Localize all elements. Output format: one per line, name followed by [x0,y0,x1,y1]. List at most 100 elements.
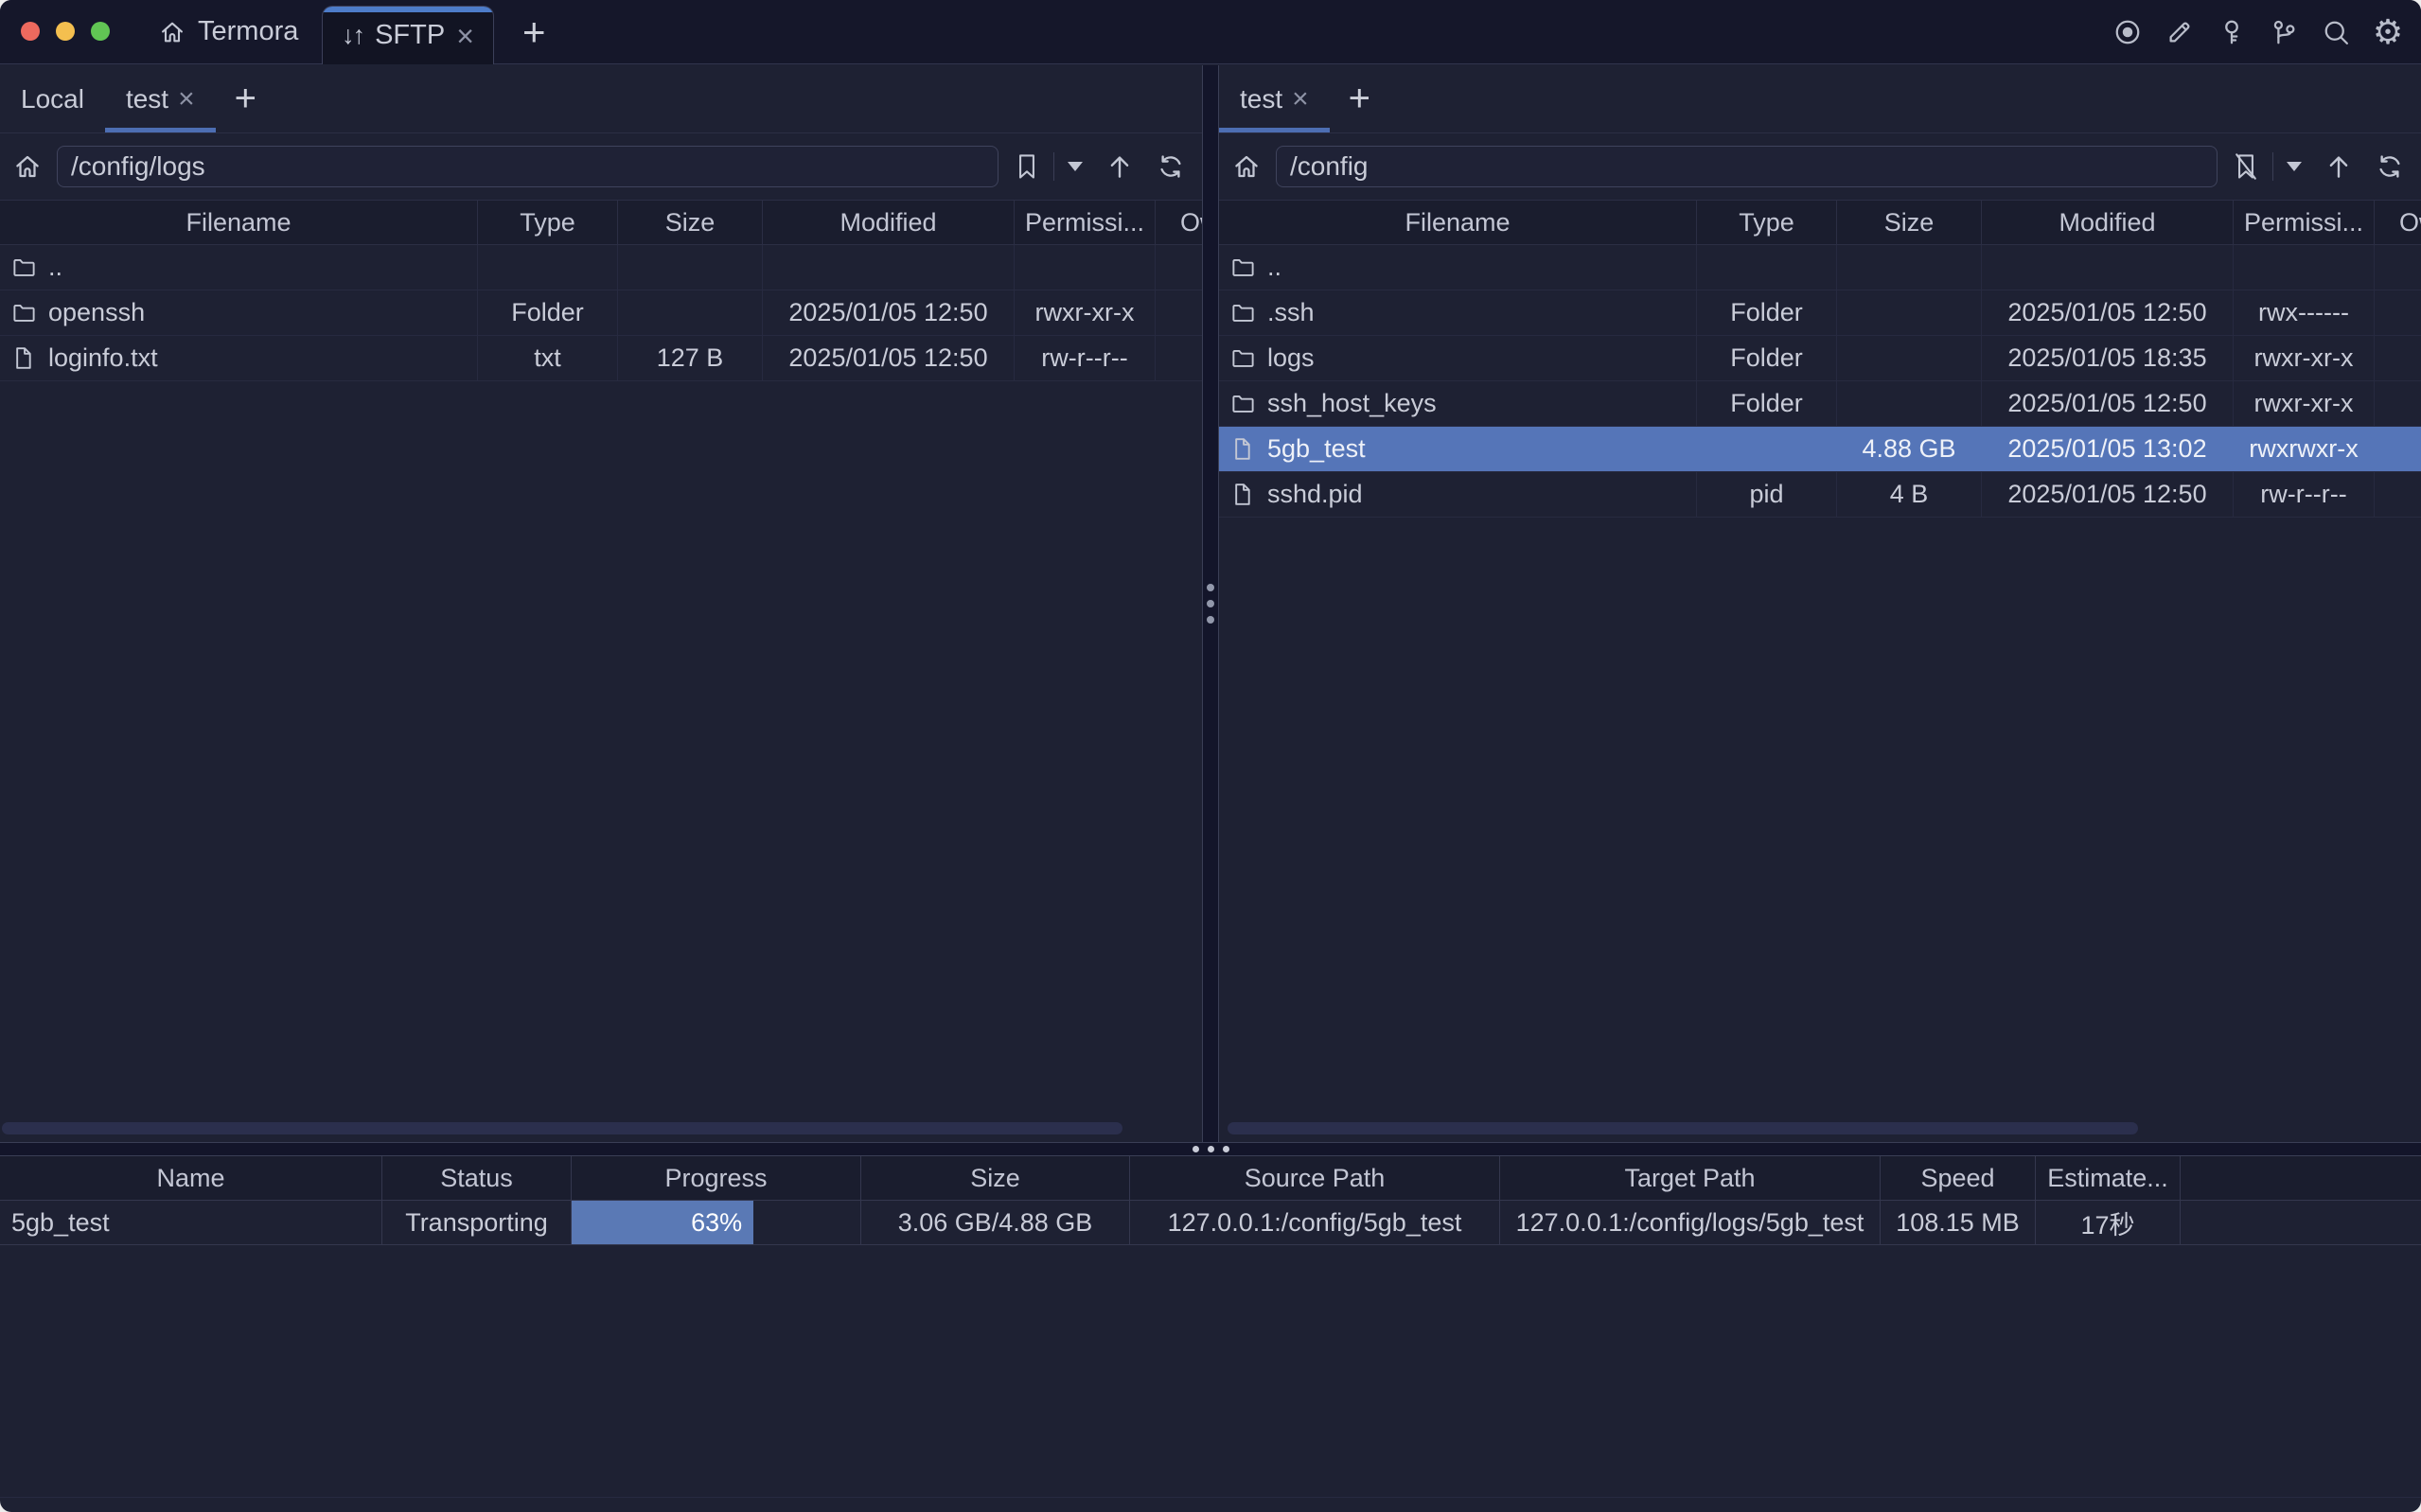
filename-cell: .ssh [1219,290,1697,335]
column-header-filename[interactable]: Filename [1219,201,1697,244]
column-header-modified[interactable]: Modified [1982,201,2234,244]
file-cell [1156,245,1202,290]
up-directory-icon[interactable] [1105,152,1134,181]
file-cell [618,290,763,335]
close-tab-icon[interactable]: × [178,85,195,114]
column-header-ow[interactable]: Ow... [1156,201,1202,244]
file-table-header: FilenameTypeSizeModifiedPermissi...Ow... [0,200,1202,245]
remote-path-input[interactable] [1276,146,2218,187]
file-cell [2375,472,2421,517]
panel-splitter[interactable] [1202,65,1219,1142]
file-cell: 2025/01/05 12:50 [1982,472,2234,517]
transfer-splitter[interactable] [0,1142,2421,1156]
transfer-target-path: 127.0.0.1:/config/logs/5gb_test [1500,1201,1881,1244]
transfer-column-header-speed[interactable]: Speed [1881,1156,2036,1200]
column-header-size[interactable]: Size [1837,201,1982,244]
edit-icon[interactable] [2165,18,2194,46]
tab-label: test [126,84,168,114]
new-session-tab-button[interactable]: + [1330,65,1389,132]
file-cell [763,245,1015,290]
new-tab-button[interactable]: + [509,0,559,63]
remote-file-table: FilenameTypeSizeModifiedPermissi...Ow...… [1219,200,2421,518]
file-row[interactable]: .sshFolder 2025/01/05 12:50rwx------ [1219,290,2421,336]
file-cell: Folder [1697,290,1837,335]
close-sftp-tab-icon[interactable]: × [456,21,474,51]
transfer-column-header-blank[interactable] [2181,1156,2421,1200]
transfer-filler [2181,1201,2421,1244]
bookmark-icon[interactable] [1014,152,1040,181]
transfer-column-header-estimate[interactable]: Estimate... [2036,1156,2181,1200]
file-cell: rwxr-xr-x [2234,336,2375,380]
folder-icon [1230,300,1256,325]
refresh-icon[interactable] [1157,152,1185,181]
column-header-ow[interactable]: Ow... [2375,201,2421,244]
transfer-speed: 108.15 MB [1881,1201,2036,1244]
column-header-type[interactable]: Type [1697,201,1837,244]
home-tab[interactable]: Termora [159,0,298,63]
file-row[interactable]: .. [0,245,1202,290]
folder-icon [1230,391,1256,416]
minimize-window-button[interactable] [56,22,75,41]
close-window-button[interactable] [21,22,40,41]
zoom-window-button[interactable] [91,22,110,41]
filename-cell: loginfo.txt [0,336,478,380]
file-row[interactable]: sshd.pidpid4 B2025/01/05 12:50rw-r--r-- [1219,472,2421,518]
file-row[interactable]: ssh_host_keysFolder2025/01/05 12:50rwxr-… [1219,381,2421,427]
refresh-icon[interactable] [2376,152,2404,181]
file-cell [1697,427,1837,471]
file-row[interactable]: loginfo.txttxt127 B2025/01/05 12:50rw-r-… [0,336,1202,381]
transfer-column-header-target-path[interactable]: Target Path [1500,1156,1881,1200]
file-cell [618,245,763,290]
panel-tab-test[interactable]: test × [1219,65,1330,132]
file-row[interactable]: 5gb_test4.88 GB2025/01/05 13:02rwxrwxr-x [1219,427,2421,472]
horizontal-scrollbar[interactable] [2,1122,1122,1134]
transfer-column-header-status[interactable]: Status [382,1156,572,1200]
file-cell: Folder [478,290,618,335]
local-path-input[interactable] [57,146,998,187]
tab-sftp[interactable]: ↓↑ SFTP × [322,6,494,64]
titlebar-toolbar: ⚙ [2113,0,2402,63]
horizontal-scrollbar[interactable] [1228,1122,2138,1134]
file-cell: 2025/01/05 12:50 [1982,290,2234,335]
tab-label: test [1240,84,1282,114]
close-tab-icon[interactable]: × [1292,85,1309,114]
column-header-modified[interactable]: Modified [763,201,1015,244]
file-cell [1837,245,1982,290]
new-session-tab-button[interactable]: + [216,65,275,132]
home-icon[interactable] [13,152,42,181]
file-cell [1015,245,1156,290]
search-icon[interactable] [2322,18,2350,46]
git-branch-icon[interactable] [2270,18,2298,46]
transfer-column-header-name[interactable]: Name [0,1156,382,1200]
bookmark-dropdown-icon[interactable] [1068,162,1083,171]
file-name: 5gb_test [1267,434,1366,464]
up-directory-icon[interactable] [2324,152,2353,181]
file-row[interactable]: .. [1219,245,2421,290]
column-header-size[interactable]: Size [618,201,763,244]
home-icon[interactable] [1232,152,1261,181]
transfer-column-header-progress[interactable]: Progress [572,1156,861,1200]
settings-gear-icon[interactable]: ⚙ [2374,18,2402,46]
column-header-permissi[interactable]: Permissi... [2234,201,2375,244]
file-cell: rwxr-xr-x [2234,381,2375,426]
bookmark-dropdown-icon[interactable] [2287,162,2302,171]
column-header-filename[interactable]: Filename [0,201,478,244]
file-name: sshd.pid [1267,480,1363,509]
transfer-row[interactable]: 5gb_testTransporting63%3.06 GB/4.88 GB12… [0,1201,2421,1245]
sftp-tab-label: SFTP [375,20,445,51]
column-header-type[interactable]: Type [478,201,618,244]
file-cell: txt [478,336,618,380]
file-cell: rwx------ [2234,290,2375,335]
panel-tab-local[interactable]: Local [0,65,105,132]
transfer-column-header-source-path[interactable]: Source Path [1130,1156,1500,1200]
panel-tab-test[interactable]: test × [105,65,216,132]
termora-window: Termora ↓↑ SFTP × + ⚙ [0,0,2421,1512]
file-row[interactable]: opensshFolder2025/01/05 12:50rwxr-xr-x [0,290,1202,336]
column-header-permissi[interactable]: Permissi... [1015,201,1156,244]
key-icon[interactable] [2218,18,2246,46]
local-panel-tabs: Local test × + [0,65,1202,133]
file-row[interactable]: logsFolder2025/01/05 18:35rwxr-xr-x [1219,336,2421,381]
record-icon[interactable] [2113,18,2142,46]
transfer-column-header-size[interactable]: Size [861,1156,1130,1200]
bookmark-slash-icon[interactable] [2233,152,2259,181]
